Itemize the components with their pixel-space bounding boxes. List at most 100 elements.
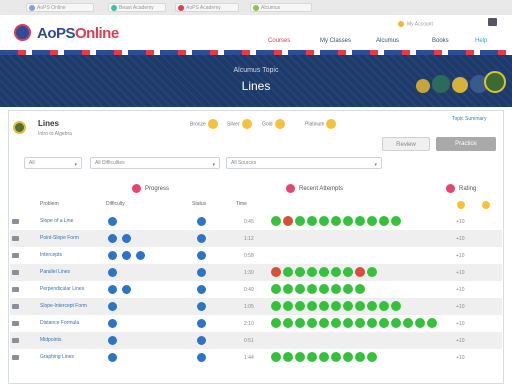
- difficulty-dot: [108, 353, 117, 362]
- filter-select-2[interactable]: All Difficulties ▾: [90, 157, 220, 169]
- problem-link[interactable]: Perpendicular Lines: [40, 286, 84, 292]
- attempt-correct-icon: [283, 301, 293, 311]
- table-row[interactable]: [10, 264, 502, 281]
- beast-academy-icon: [111, 5, 117, 11]
- difficulty-dot: [108, 268, 117, 277]
- group-progress: Progress: [132, 184, 169, 194]
- info-icon: [286, 184, 295, 193]
- difficulty-dot: [122, 285, 131, 294]
- attempt-correct-icon: [379, 216, 389, 226]
- column-difficulty[interactable]: Difficulty: [106, 201, 125, 207]
- status-icon: [197, 251, 206, 260]
- attempt-correct-icon: [355, 301, 365, 311]
- attempt-correct-icon: [355, 284, 365, 294]
- attempt-correct-icon: [307, 267, 317, 277]
- online-icon: [29, 5, 35, 11]
- time-value: 1:05: [244, 304, 254, 310]
- points-value: +10: [456, 287, 465, 293]
- nav-help[interactable]: Help: [475, 38, 487, 44]
- nav-books[interactable]: Books: [432, 38, 449, 44]
- points-value: +10: [456, 355, 465, 361]
- practice-button[interactable]: Practice: [436, 137, 496, 151]
- topic-summary-link[interactable]: Topic Summary: [452, 116, 486, 122]
- difficulty-dot: [108, 234, 117, 243]
- chevron-down-icon: ▾: [74, 162, 77, 168]
- difficulty-dot: [108, 319, 117, 328]
- points-value: +10: [456, 338, 465, 344]
- difficulty-dot: [108, 251, 117, 260]
- site-link-academy[interactable]: AoPS Academy: [175, 3, 239, 12]
- review-button[interactable]: Review: [382, 137, 430, 151]
- info-icon: [446, 184, 455, 193]
- status-icon: [197, 319, 206, 328]
- account-link[interactable]: My Account: [398, 21, 433, 27]
- status-icon: [197, 336, 206, 345]
- attempt-correct-icon: [283, 284, 293, 294]
- attempt-correct-icon: [367, 301, 377, 311]
- attempt-correct-icon: [367, 267, 377, 277]
- problem-link[interactable]: Graphing Lines: [40, 354, 74, 360]
- coin-icon: [241, 119, 252, 129]
- problem-link[interactable]: Slope of a Line: [40, 218, 73, 224]
- time-value: 1:12: [244, 236, 254, 242]
- attempt-correct-icon: [319, 352, 329, 362]
- problem-link[interactable]: Slope-Intercept Form: [40, 303, 87, 309]
- alcumus-icon: [253, 5, 259, 11]
- difficulty-dot: [122, 251, 131, 260]
- site-link-alcumus[interactable]: Alcumus: [250, 3, 312, 12]
- attempt-correct-icon: [331, 301, 341, 311]
- attempt-correct-icon: [355, 352, 365, 362]
- table-row[interactable]: [10, 349, 502, 366]
- table-row[interactable]: [10, 230, 502, 247]
- topic-title: Lines: [38, 119, 59, 128]
- coin-icon: [482, 201, 490, 209]
- badge-icon: [484, 71, 506, 93]
- attempt-correct-icon: [427, 318, 437, 328]
- time-value: 1:30: [244, 270, 254, 276]
- attempt-wrong-icon: [271, 267, 281, 277]
- status-icon: [197, 302, 206, 311]
- group-recent-attempts: Recent Attempts: [286, 184, 343, 194]
- site-link-beast-academy[interactable]: Beast Academy: [108, 3, 166, 12]
- site-link-online[interactable]: AoPS Online: [26, 3, 94, 12]
- table-row[interactable]: [10, 213, 502, 230]
- column-problem[interactable]: Problem: [40, 201, 59, 207]
- aops-logo-icon[interactable]: [14, 24, 31, 41]
- site-logo[interactable]: AoPSOnline: [37, 25, 119, 42]
- filter-select-1[interactable]: All ▾: [24, 157, 82, 169]
- table-row[interactable]: [10, 247, 502, 264]
- problem-icon: [12, 287, 19, 292]
- nav-courses[interactable]: Courses: [268, 38, 290, 44]
- time-value: 1:44: [244, 355, 254, 361]
- nav-alcumus[interactable]: Alcumus: [376, 38, 399, 44]
- table-row[interactable]: [10, 332, 502, 349]
- topic-icon: [13, 121, 26, 134]
- column-status[interactable]: Status: [192, 201, 206, 207]
- info-icon: [132, 184, 141, 193]
- column-time[interactable]: Time: [236, 201, 247, 207]
- problem-icon: [12, 236, 19, 241]
- attempt-correct-icon: [271, 301, 281, 311]
- status-icon: [197, 217, 206, 226]
- problem-icon: [12, 321, 19, 326]
- problem-link[interactable]: Intercepts: [40, 252, 62, 258]
- status-icon: [197, 353, 206, 362]
- attempt-correct-icon: [283, 318, 293, 328]
- attempt-correct-icon: [271, 216, 281, 226]
- coin-icon: [207, 119, 218, 129]
- cart-icon[interactable]: [488, 18, 497, 26]
- status-icon: [197, 268, 206, 277]
- attempt-wrong-icon: [355, 267, 365, 277]
- attempt-correct-icon: [307, 284, 317, 294]
- problem-link[interactable]: Midpoints: [40, 337, 61, 343]
- problem-icon: [12, 355, 19, 360]
- attempt-correct-icon: [343, 318, 353, 328]
- rating-coin: [482, 201, 490, 211]
- problem-icon: [12, 338, 19, 343]
- problem-link[interactable]: Parallel Lines: [40, 269, 70, 275]
- nav-my-classes[interactable]: My Classes: [320, 38, 351, 44]
- problem-link[interactable]: Distance Formula: [40, 320, 79, 326]
- attempt-correct-icon: [295, 284, 305, 294]
- filter-select-3[interactable]: All Sources ▾: [226, 157, 382, 169]
- problem-link[interactable]: Point-Slope Form: [40, 235, 79, 241]
